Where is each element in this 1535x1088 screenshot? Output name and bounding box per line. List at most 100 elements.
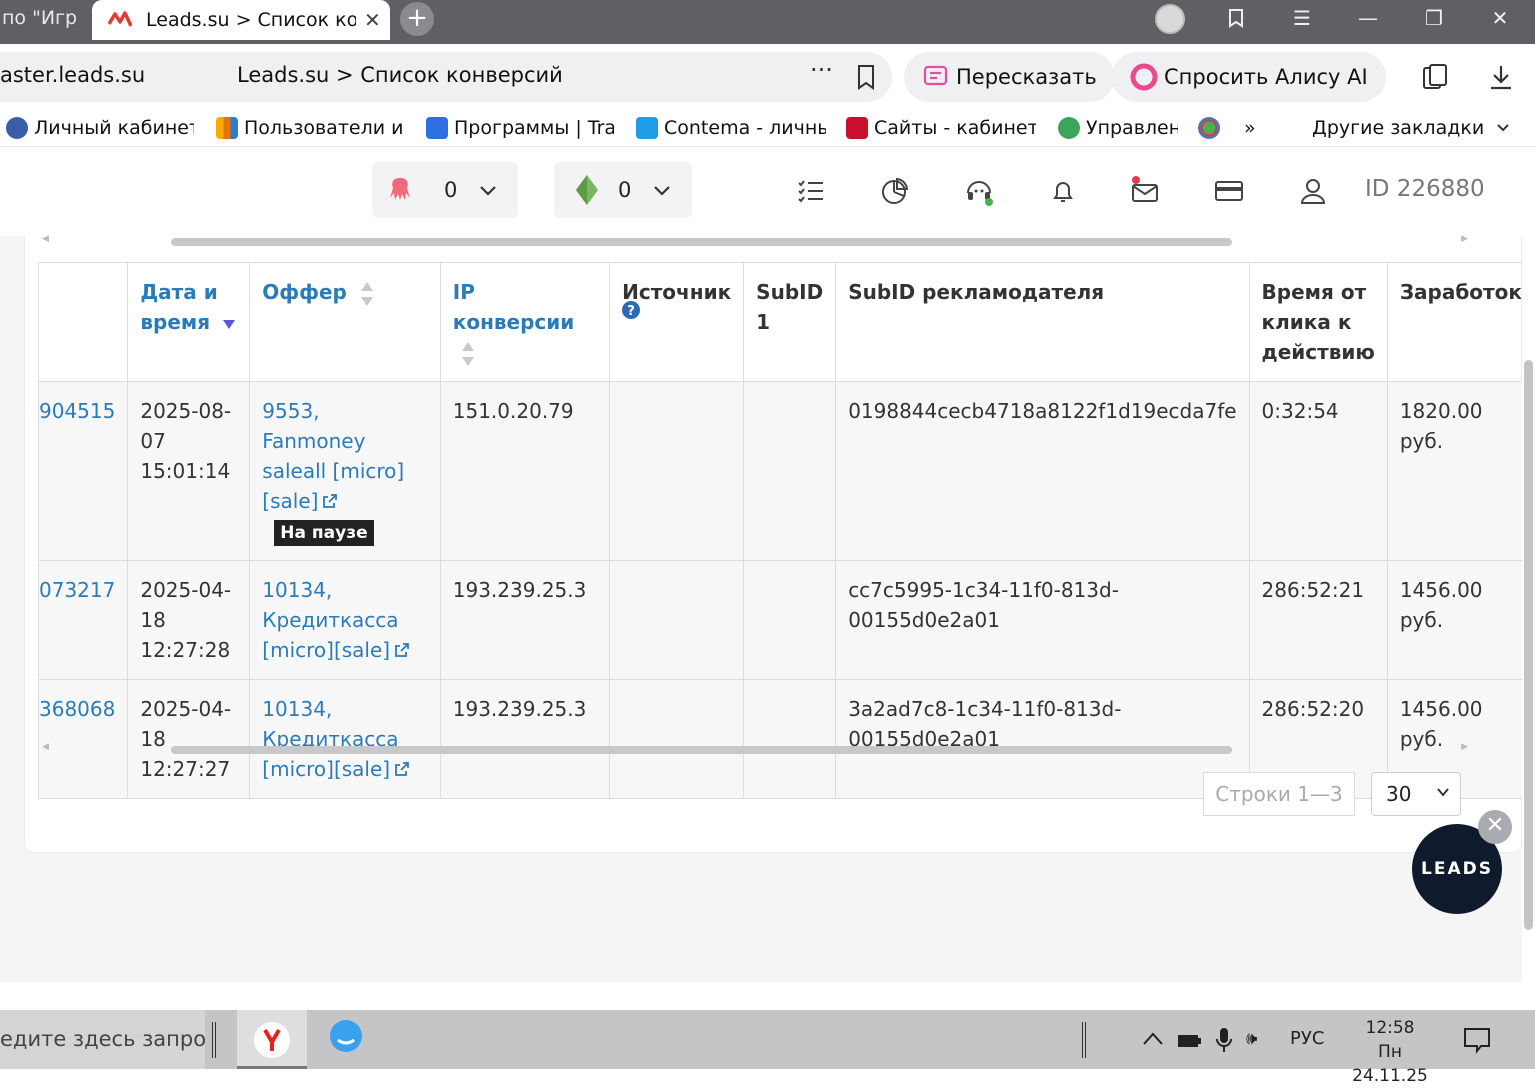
support-headset-icon[interactable] [964,176,994,206]
new-tab-button[interactable]: + [400,2,434,36]
page-viewport: 0 0 ID 226880 ◀ ▶ Дата и время Оффер IP … [0,148,1535,1010]
sort-icon [461,341,474,366]
bookmark-label: Пользователи и р [244,117,406,139]
profile-avatar-icon[interactable] [1155,4,1185,34]
conversion-id-link[interactable]: 073217 [37,560,129,680]
column-header-adv-subid: SubID рекламодателя [835,262,1250,382]
battery-icon[interactable] [1176,1030,1202,1050]
bookmark-item[interactable]: Сайты - кабинет в [846,115,1036,141]
bookmarks-more-button[interactable]: » [1244,115,1256,141]
scroll-left-icon[interactable]: ◀ [42,234,49,244]
help-icon[interactable]: ? [622,301,641,319]
browser-tab-title: Leads.su > Список конверсий [146,9,356,31]
scroll-left-icon[interactable]: ◀ [42,742,49,752]
chevron-down-icon [1497,124,1509,132]
sort-desc-icon [223,320,236,329]
notification-center-icon[interactable] [1462,1026,1492,1054]
download-icon[interactable] [1486,62,1516,92]
page-footer-strip [0,982,1522,1010]
ask-alice-button[interactable]: Спросить Алису AI [1112,52,1386,102]
chevron-up-icon[interactable] [1142,1030,1164,1048]
sort-icon [360,281,373,306]
offer-cell: 10134, Кредиткасса [micro][sale] [249,560,441,680]
other-bookmarks-label: Другие закладки [1312,117,1485,139]
bookmark-item[interactable]: Программы | Trav [426,115,614,141]
column-label: Время от клика к действию [1261,280,1375,364]
pie-chart-icon[interactable] [880,176,910,206]
scroll-right-icon[interactable]: ▶ [1461,742,1468,752]
close-widget-icon[interactable]: ✕ [1478,810,1512,844]
column-header-date[interactable]: Дата и время [127,262,251,382]
volume-icon[interactable]: 🕪 [1246,1028,1257,1049]
os-taskbar: едите здесь запрос 🕪 РУС 12:58 Пн 24.11.… [0,1010,1535,1086]
adv-subid-cell: cc7c5995-1c34-11f0-813d-00155d0e2a01 [835,560,1250,680]
scrollbar-thumb[interactable] [1524,360,1533,930]
messages-icon[interactable] [1130,176,1160,206]
ip-cell: 151.0.20.79 [439,381,611,561]
close-tab-icon[interactable]: ✕ [364,8,381,32]
bookmark-item[interactable]: Пользователи и р [216,115,406,141]
external-link-icon[interactable] [322,493,338,509]
scrollbar-thumb[interactable] [171,746,1232,754]
conversion-id[interactable]: 904515 [40,399,116,423]
collections-icon[interactable] [1420,62,1450,92]
microphone-icon[interactable] [1214,1026,1234,1054]
other-bookmarks-button[interactable]: Другие закладки [1312,115,1510,141]
offer-link[interactable]: 10134, Кредиткасса [micro][sale] [262,697,398,781]
alice-icon [1130,63,1158,91]
column-header-offer[interactable]: Оффер [249,262,441,382]
scroll-right-icon[interactable]: ▶ [1461,234,1468,244]
browser-tab-previous[interactable]: по "Игр [0,0,92,40]
bookmarks-panel-icon[interactable] [1218,4,1254,32]
balance-red-dropdown[interactable]: 0 [372,162,518,218]
offer-link[interactable]: 10134, Кредиткасса [micro][sale] [262,578,398,662]
table-scrollbar-top[interactable]: ◀ ▶ [40,234,1470,248]
checklist-icon[interactable] [796,176,826,206]
rows-per-page-select[interactable]: 30 [1371,772,1461,816]
bookmark-item[interactable]: Contema - личный [636,115,826,141]
browser-tab-active[interactable]: Leads.su > Список конверсий ✕ [92,0,390,40]
time-cell: 286:52:21 [1248,560,1388,680]
minimize-icon[interactable]: — [1350,4,1386,32]
column-header-ip[interactable]: IP конверсии [439,262,611,382]
payment-card-icon[interactable] [1214,176,1244,206]
table-scrollbar-bottom[interactable]: ◀ ▶ [40,742,1470,756]
close-window-icon[interactable]: ✕ [1482,4,1518,32]
column-label: SubID рекламодателя [848,280,1105,304]
subid1-cell [743,679,837,799]
bookmark-globe-item[interactable] [1198,115,1224,141]
table-row: 073217 2025-04-18 12:27:28 10134, Кредит… [37,560,1535,680]
retell-button[interactable]: Пересказать [904,52,1115,102]
taskbar-clock[interactable]: 12:58 Пн 24.11.25 [1340,1016,1440,1088]
bookmark-item[interactable]: Управлен [1058,115,1178,141]
language-indicator[interactable]: РУС [1290,1028,1324,1049]
yandex-browser-taskbar-button[interactable] [237,1010,307,1069]
bookmark-icon[interactable] [856,64,876,90]
user-profile-icon[interactable] [1298,176,1328,206]
column-header-subid1: SubID 1 [743,262,837,382]
page-vertical-scrollbar[interactable] [1522,148,1535,1010]
scrollbar-thumb[interactable] [171,238,1232,246]
taskbar-separator [1082,1022,1086,1058]
restore-icon[interactable]: ❐ [1416,4,1452,32]
conversion-id-link[interactable]: 368068 [37,679,129,799]
squid-icon [390,178,410,200]
notifications-bell-icon[interactable] [1048,176,1078,206]
more-options-icon[interactable]: ··· [810,56,833,84]
menu-icon[interactable]: ☰ [1284,4,1320,32]
messenger-taskbar-button[interactable] [320,1010,374,1069]
conversion-id-link[interactable]: 904515 [37,381,129,561]
chevron-down-icon [654,186,671,196]
external-link-icon[interactable] [394,642,410,658]
url-page-title: Leads.su > Список конверсий [237,63,563,87]
conversion-id[interactable]: 073217 [40,578,116,602]
globe-favicon-icon [1198,117,1220,139]
taskbar-search-input[interactable]: едите здесь запрос [0,1010,205,1069]
conversion-id[interactable]: 368068 [40,697,116,721]
bookmark-item[interactable]: Личный кабинет [6,115,194,141]
external-link-icon[interactable] [394,761,410,777]
date-value: 2025-08-07 15:01:14 [140,399,232,483]
balance-green-dropdown[interactable]: 0 [554,162,692,218]
earnings-cell: 1820.00 руб. [1386,381,1535,561]
adv-subid-cell: 3a2ad7c8-1c34-11f0-813d-00155d0e2a01 [835,679,1250,799]
